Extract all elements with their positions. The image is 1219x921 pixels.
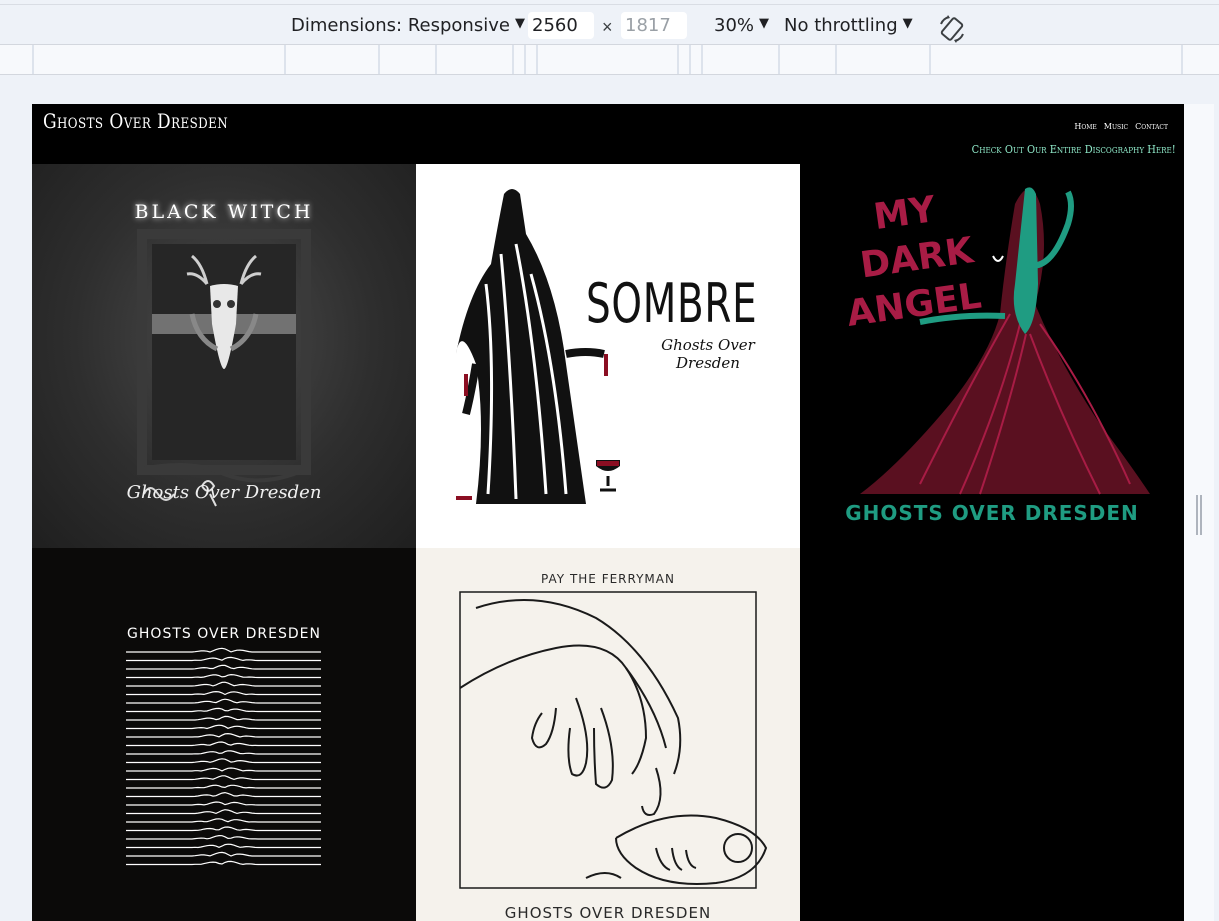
waveform-line: [126, 664, 321, 670]
viewport-resize-handle[interactable]: [1196, 495, 1204, 535]
media-query-segment[interactable]: [536, 45, 538, 74]
height-input[interactable]: 1817: [621, 12, 687, 39]
device-viewport: Ghosts Over Dresden Home Music Contact C…: [32, 104, 1184, 921]
nav-music[interactable]: Music: [1104, 122, 1128, 131]
album-title: BLACK WITCH: [134, 201, 314, 223]
waveform-line: [126, 843, 321, 849]
album-title: SOMBRE: [586, 272, 758, 335]
media-query-segment[interactable]: [32, 45, 34, 74]
media-query-bar[interactable]: [0, 45, 1219, 75]
discography-link[interactable]: Check Out Our Entire Discography Here!: [972, 143, 1176, 156]
waveform-line: [126, 860, 321, 866]
waveform-line: [126, 767, 321, 772]
waveform-line: [126, 809, 321, 815]
zoom-label: 30%: [714, 14, 755, 36]
device-toolbar: Dimensions: Responsive ▼ 2560 × 1817 30%…: [0, 4, 1219, 45]
album-waveform[interactable]: GHOSTS OVER DRESDEN: [32, 548, 416, 921]
waveform-line: [126, 647, 321, 653]
media-query-segment[interactable]: [929, 45, 931, 74]
media-query-segment[interactable]: [524, 45, 526, 74]
album-artist: Ghosts Over Dresden: [126, 482, 322, 503]
waveform-line: [126, 698, 321, 704]
album-artist: Ghosts Over Dresden: [661, 336, 755, 372]
main-nav: Home Music Contact: [1074, 122, 1168, 131]
chevron-down-icon: ▼: [759, 15, 770, 31]
album-cover-art: [126, 647, 321, 866]
media-query-segment[interactable]: [677, 45, 679, 74]
waveform-line: [126, 715, 321, 721]
album-sombre[interactable]: SOMBRE Ghosts Over Dresden: [416, 164, 800, 548]
chevron-down-icon: ▼: [514, 15, 525, 31]
width-input[interactable]: 2560: [528, 12, 594, 39]
waveform-line: [126, 750, 321, 755]
waveform-line: [126, 826, 321, 832]
media-query-segment[interactable]: [778, 45, 780, 74]
media-query-segment[interactable]: [512, 45, 514, 74]
album-cover-art: [459, 591, 768, 889]
nav-contact[interactable]: Contact: [1135, 122, 1168, 131]
times-symbol: ×: [602, 17, 613, 37]
waveform-line: [126, 791, 321, 798]
nav-home[interactable]: Home: [1074, 122, 1096, 131]
album-pay-the-ferryman[interactable]: PAY THE FERRYMAN GHOSTS OVER DRESDEN: [416, 548, 800, 921]
media-query-segment[interactable]: [1181, 45, 1183, 74]
waveform-line: [126, 707, 321, 713]
waveform-line: [126, 732, 321, 738]
waveform-line: [126, 801, 321, 806]
media-query-segment[interactable]: [701, 45, 703, 74]
waveform-line: [126, 758, 321, 764]
throttling-label: No throttling: [784, 14, 898, 36]
album-my-dark-angel[interactable]: MY DARK ANGEL GHOSTS OVER DRESDEN: [800, 164, 1184, 548]
album-cover-art: [860, 187, 1150, 495]
chevron-down-icon: ▼: [902, 15, 913, 31]
site-header: Ghosts Over Dresden Home Music Contact C…: [32, 104, 1184, 164]
album-artist: GHOSTS OVER DRESDEN: [845, 501, 1139, 525]
media-query-segment[interactable]: [689, 45, 691, 74]
waveform-line: [126, 741, 321, 747]
album-title: MY DARK ANGEL: [844, 182, 989, 335]
album-black-witch[interactable]: BLACK WITCH Ghosts Over Dresden: [32, 164, 416, 548]
waveform-line: [126, 784, 321, 789]
waveform-line: [126, 724, 321, 730]
media-query-segment[interactable]: [835, 45, 837, 74]
zoom-dropdown[interactable]: 30% ▼: [714, 11, 769, 39]
dimensions-dropdown[interactable]: Dimensions: Responsive ▼: [291, 11, 525, 39]
waveform-line: [126, 834, 321, 840]
album-artist: GHOSTS OVER DRESDEN: [504, 904, 712, 921]
waveform-line: [126, 656, 321, 662]
waveform-line: [126, 818, 321, 823]
dimensions-label: Dimensions: Responsive: [291, 14, 510, 36]
waveform-line: [126, 851, 321, 857]
waveform-line: [126, 673, 321, 679]
media-query-segment[interactable]: [378, 45, 380, 74]
waveform-line: [126, 681, 321, 687]
rotate-icon[interactable]: [937, 14, 967, 44]
throttling-dropdown[interactable]: No throttling ▼: [784, 11, 913, 39]
site-title[interactable]: Ghosts Over Dresden: [43, 109, 228, 133]
media-query-segment[interactable]: [284, 45, 286, 74]
media-query-segment[interactable]: [435, 45, 437, 74]
waveform-line: [126, 775, 321, 781]
waveform-line: [126, 690, 321, 696]
